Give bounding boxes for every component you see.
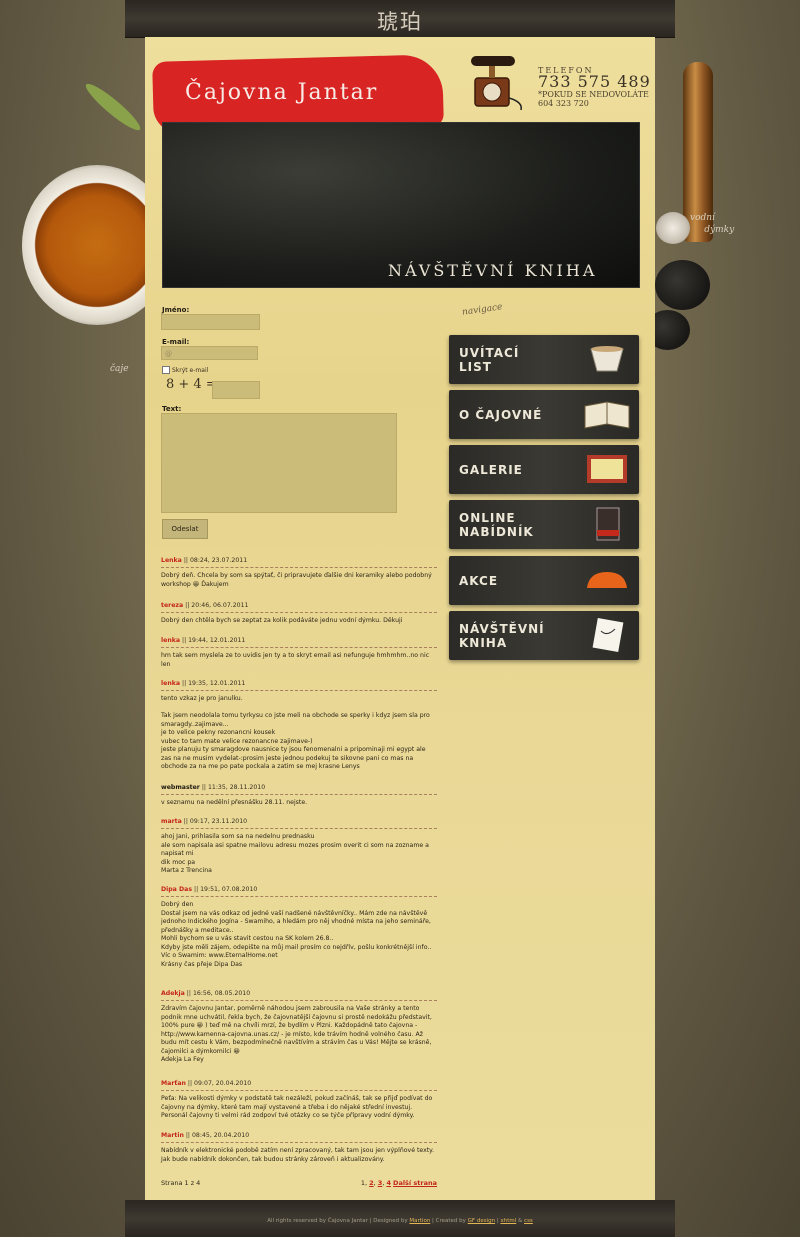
nav-label: GALERIE (459, 462, 523, 477)
nav-label: NÁVŠTĚVNÍ KNIHA (459, 621, 545, 650)
hide-email-row: Skrýt e-mail (162, 366, 208, 374)
entry-text: hm tak sem myslela ze to uvidis jen ty a… (161, 652, 430, 668)
nav-guestbook[interactable]: NÁVŠTĚVNÍ KNIHA (449, 611, 639, 660)
entry-text: v seznamu na nedělní přesnášku 28.11. ne… (161, 799, 308, 806)
message-textarea[interactable] (161, 413, 397, 513)
page-summary: Strana 1 z 4 (161, 1179, 201, 1187)
cushion-icon (587, 572, 627, 588)
nav-events[interactable]: AKCE (449, 556, 639, 605)
entry-date: 19:35, 12.01.2011 (188, 680, 246, 687)
entry-text: Dobrý deň. Chcela by som sa spýtať, či p… (161, 572, 432, 588)
entry-date: 08:24, 23.07.2011 (189, 557, 248, 564)
footer-text: All rights reserved by Čajovna Jantar | … (267, 1218, 533, 1224)
phone-note: *POKUD SE NEDOVOLÁTE 604 323 720 (538, 90, 649, 108)
nav-about[interactable]: O ČAJOVNÉ (449, 390, 639, 439)
entry-text: Peťa: Na velikosti dýmky v podstatě tak … (161, 1095, 433, 1119)
hide-email-checkbox[interactable] (162, 366, 170, 374)
at-icon: @ (165, 350, 172, 358)
text-label: Text: (162, 405, 182, 413)
tea-bowl-icon (590, 346, 624, 372)
nav-welcome[interactable]: UVÍTACÍ LIST (449, 335, 639, 384)
submit-button[interactable]: Odeslat (162, 519, 208, 539)
guestbook-entry: webmaster || 11:35, 28.11.2010 v seznamu… (161, 784, 437, 808)
telephone-icon (471, 56, 522, 111)
entry-author: lenka (161, 680, 181, 687)
entry-author: marta (161, 818, 182, 825)
page-current: 1 (360, 1179, 365, 1187)
book-icon (584, 401, 630, 429)
entry-date: 08:45, 20.04.2010 (191, 1132, 250, 1139)
entry-date: 20:46, 06.07.2011 (191, 602, 249, 609)
name-label: Jméno: (162, 306, 190, 314)
entry-text: Nabídník v elektronické podobě zatím nen… (161, 1147, 434, 1163)
email-input[interactable]: @ (161, 346, 258, 360)
entry-text: tento vzkaz je pro janulku. Tak jsem neo… (161, 695, 430, 770)
xhtml-link[interactable]: xhtml (500, 1218, 516, 1224)
pipes-label: vodní dýmky (690, 213, 735, 235)
paper-sheet-icon (592, 617, 624, 653)
entry-date: 11:35, 28.11.2010 (207, 784, 266, 791)
entry-date: 09:07, 20.04.2010 (194, 1080, 252, 1087)
logo-text[interactable]: Čajovna Jantar (185, 80, 378, 105)
nav-online-menu[interactable]: ONLINE NABÍDNÍK (449, 500, 639, 549)
nav-label: AKCE (459, 573, 499, 588)
entry-date: 09:17, 23.11.2010 (189, 818, 248, 825)
entry-date: 19:44, 12.01.2011 (188, 637, 246, 644)
email-label: E-mail: (162, 338, 190, 346)
nav-label: UVÍTACÍ LIST (459, 345, 520, 374)
entry-author: Marťan (161, 1080, 186, 1087)
captcha-input[interactable] (212, 381, 260, 399)
page-title: NÁVŠTĚVNÍ KNIHA (388, 261, 598, 280)
entry-author: webmaster (161, 784, 200, 791)
entry-author: Adekja (161, 990, 185, 997)
page-link-2[interactable]: 2 (369, 1179, 374, 1187)
guestbook-entry: marta || 09:17, 23.11.2010 ahoj Jani, pr… (161, 818, 437, 876)
phone-number: 733 575 489 (538, 72, 651, 91)
hide-email-label: Skrýt e-mail (172, 366, 209, 374)
entry-text: Dobrý den Dostal jsem na vás odkaz od je… (161, 901, 432, 968)
guestbook-entry: tereza || 20:46, 06.07.2011 Dobrý den ch… (161, 602, 437, 626)
guestbook-entry: lenka || 19:35, 12.01.2011 tento vzkaz j… (161, 680, 437, 772)
footer: All rights reserved by Čajovna Jantar | … (125, 1200, 675, 1237)
css-link[interactable]: css (524, 1218, 533, 1224)
hookah-base-image (656, 212, 690, 244)
guestbook-entry: lenka || 19:44, 12.01.2011 hm tak sem my… (161, 637, 437, 669)
top-strip: 琥珀 (125, 0, 675, 38)
entry-date: 16:56, 08.05.2010 (192, 990, 251, 997)
menu-card-icon (596, 507, 620, 541)
guestbook-entry: Marťan || 09:07, 20.04.2010 Peťa: Na vel… (161, 1080, 437, 1121)
guestbook-entry: Adekja || 16:56, 08.05.2010 Zdravím čajo… (161, 990, 437, 1065)
chinese-title: 琥珀 (377, 10, 423, 34)
entry-author: Lenka (161, 557, 182, 564)
nav-label: ONLINE NABÍDNÍK (459, 510, 534, 539)
guestbook-entry: Martin || 08:45, 20.04.2010 Nabídník v e… (161, 1132, 437, 1164)
entry-author: Dipa Das (161, 886, 193, 893)
page-link-4[interactable]: 4 (386, 1179, 391, 1187)
designer-link[interactable]: Martion (409, 1218, 430, 1224)
nav-label: O ČAJOVNÉ (459, 407, 543, 422)
nav-gallery[interactable]: GALERIE (449, 445, 639, 494)
entry-author: Martin (161, 1132, 184, 1139)
picture-frame-icon (587, 455, 627, 483)
next-page-link[interactable]: Další strana (393, 1179, 437, 1187)
entry-date: 19:51, 07.08.2010 (200, 886, 258, 893)
captcha-image: 8 + 4 = (166, 377, 217, 392)
caje-label: čaje (110, 364, 129, 374)
guestbook-entry: Dipa Das || 19:51, 07.08.2010 Dobrý den … (161, 886, 437, 969)
pebble-decoration (655, 260, 710, 310)
guestbook-entry: Lenka || 08:24, 23.07.2011 Dobrý deň. Ch… (161, 557, 437, 589)
entry-author: lenka (161, 637, 181, 644)
name-input[interactable] (161, 314, 260, 330)
page-link-3[interactable]: 3 (378, 1179, 383, 1187)
creator-link[interactable]: GF design (468, 1218, 495, 1224)
entry-text: ahoj Jani, prihlasila som sa na nedelnu … (161, 833, 429, 874)
entry-text: Dobrý den chtěla bych se zeptat za kolik… (161, 617, 403, 624)
entry-text: Zdravím čajovnu Jantar, poměrně náhodou … (161, 1005, 432, 1063)
entry-author: tereza (161, 602, 184, 609)
